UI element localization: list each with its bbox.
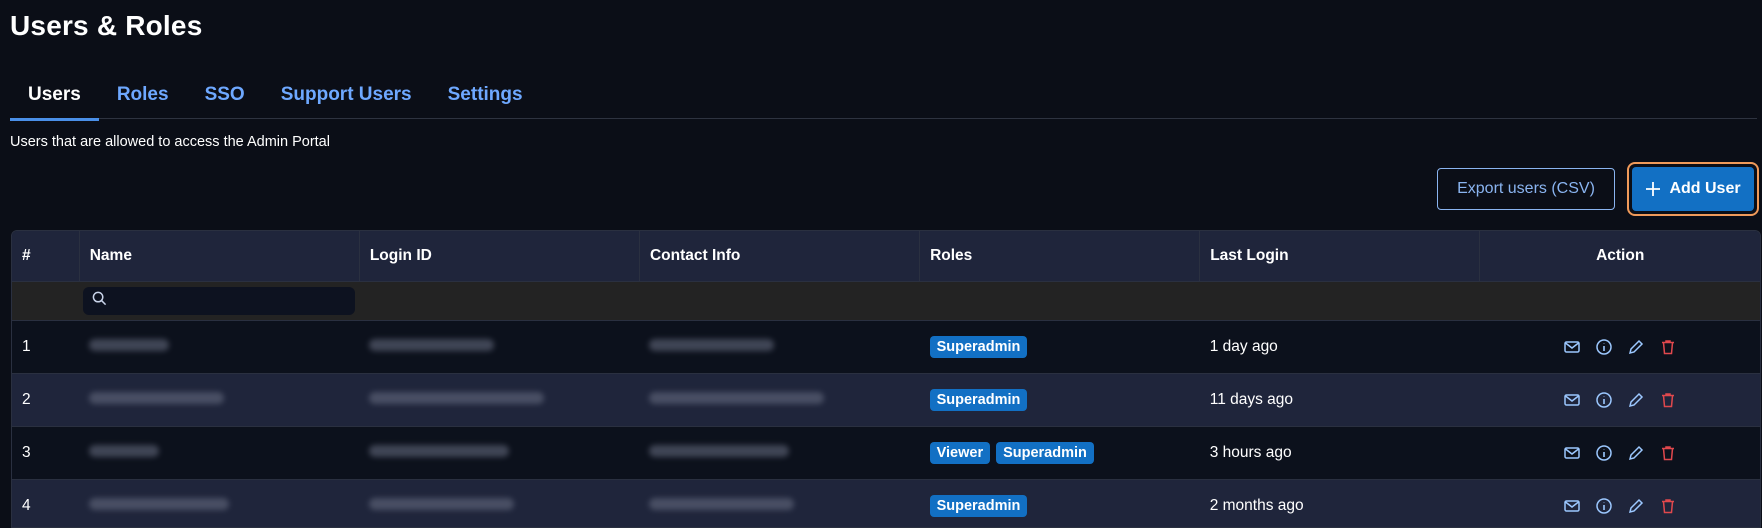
- role-badge: Superadmin: [930, 336, 1028, 358]
- role-badge: Superadmin: [930, 389, 1028, 411]
- export-users-button[interactable]: Export users (CSV): [1437, 168, 1615, 210]
- table-row[interactable]: 2 Superadmin 11 days ago: [12, 374, 1760, 427]
- row-number: 4: [12, 480, 79, 528]
- page-title: Users & Roles: [10, 10, 202, 42]
- last-login: 3 hours ago: [1200, 427, 1480, 480]
- edit-icon[interactable]: [1627, 391, 1645, 409]
- roles-cell: Superadmin: [920, 480, 1200, 528]
- users-table: # Name Login ID Contact Info Roles Last …: [11, 230, 1761, 528]
- role-badge: Viewer: [930, 442, 991, 464]
- contact-info-redacted: [639, 374, 919, 427]
- user-name-redacted: [79, 480, 359, 528]
- name-search-input[interactable]: [113, 293, 337, 310]
- page-subtitle: Users that are allowed to access the Adm…: [10, 134, 330, 150]
- role-badge: Superadmin: [930, 495, 1028, 517]
- column-header-roles[interactable]: Roles: [920, 231, 1200, 282]
- mail-icon[interactable]: [1563, 444, 1581, 462]
- last-login: 2 months ago: [1200, 480, 1480, 528]
- add-user-focus-ring: Add User: [1627, 162, 1759, 216]
- login-id-redacted: [359, 427, 639, 480]
- add-user-label: Add User: [1669, 180, 1740, 198]
- column-header-contact-info[interactable]: Contact Info: [639, 231, 919, 282]
- plus-icon: [1645, 181, 1661, 197]
- column-header-name[interactable]: Name: [79, 231, 359, 282]
- row-number: 3: [12, 427, 79, 480]
- tab-sso[interactable]: SSO: [187, 74, 263, 118]
- table-row[interactable]: 4 Superadmin 2 months ago: [12, 480, 1760, 528]
- edit-icon[interactable]: [1627, 444, 1645, 462]
- user-name-redacted: [79, 374, 359, 427]
- add-user-button[interactable]: Add User: [1632, 167, 1754, 211]
- role-badge: Superadmin: [996, 442, 1094, 464]
- tab-settings[interactable]: Settings: [430, 74, 541, 118]
- login-id-redacted: [359, 374, 639, 427]
- info-icon[interactable]: [1595, 391, 1613, 409]
- delete-icon[interactable]: [1659, 338, 1677, 356]
- table-header-row: # Name Login ID Contact Info Roles Last …: [12, 231, 1760, 282]
- last-login: 11 days ago: [1200, 374, 1480, 427]
- tab-bar: Users Roles SSO Support Users Settings: [10, 74, 1757, 119]
- contact-info-redacted: [639, 321, 919, 374]
- mail-icon[interactable]: [1563, 497, 1581, 515]
- mail-icon[interactable]: [1563, 391, 1581, 409]
- roles-cell: ViewerSuperadmin: [920, 427, 1200, 480]
- column-header-number: #: [12, 231, 79, 282]
- tab-roles[interactable]: Roles: [99, 74, 187, 118]
- search-icon: [92, 291, 107, 311]
- info-icon[interactable]: [1595, 338, 1613, 356]
- delete-icon[interactable]: [1659, 444, 1677, 462]
- tab-support-users[interactable]: Support Users: [263, 74, 430, 118]
- user-name-redacted: [79, 321, 359, 374]
- edit-icon[interactable]: [1627, 497, 1645, 515]
- column-header-last-login[interactable]: Last Login: [1200, 231, 1480, 282]
- mail-icon[interactable]: [1563, 338, 1581, 356]
- filter-row: [12, 282, 1760, 321]
- row-number: 1: [12, 321, 79, 374]
- name-search-field[interactable]: [83, 287, 355, 315]
- last-login: 1 day ago: [1200, 321, 1480, 374]
- table-row[interactable]: 1 Superadmin 1 day ago: [12, 321, 1760, 374]
- delete-icon[interactable]: [1659, 497, 1677, 515]
- contact-info-redacted: [639, 480, 919, 528]
- roles-cell: Superadmin: [920, 321, 1200, 374]
- info-icon[interactable]: [1595, 444, 1613, 462]
- login-id-redacted: [359, 480, 639, 528]
- delete-icon[interactable]: [1659, 391, 1677, 409]
- column-header-action: Action: [1480, 231, 1760, 282]
- table-row[interactable]: 3 ViewerSuperadmin 3 hours ago: [12, 427, 1760, 480]
- tab-users[interactable]: Users: [10, 74, 99, 121]
- info-icon[interactable]: [1595, 497, 1613, 515]
- row-number: 2: [12, 374, 79, 427]
- login-id-redacted: [359, 321, 639, 374]
- edit-icon[interactable]: [1627, 338, 1645, 356]
- column-header-login-id[interactable]: Login ID: [359, 231, 639, 282]
- user-name-redacted: [79, 427, 359, 480]
- contact-info-redacted: [639, 427, 919, 480]
- roles-cell: Superadmin: [920, 374, 1200, 427]
